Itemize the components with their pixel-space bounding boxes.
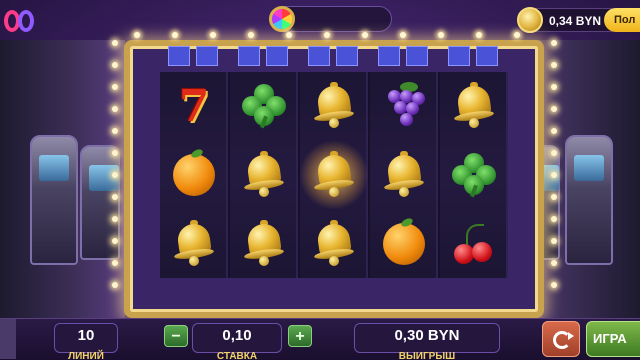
slot-machine-decor: [30, 135, 78, 265]
reel-5: [440, 72, 508, 278]
payline-marker: [308, 46, 330, 66]
bell-icon: [312, 82, 356, 130]
payline-marker: [406, 46, 428, 66]
bell-icon: [242, 151, 286, 199]
casino-background-left: [0, 40, 125, 320]
payline-marker: [448, 46, 470, 66]
lines-value: 10: [77, 327, 95, 344]
bet-value: 0,10: [222, 327, 252, 344]
bell-icon: [382, 151, 426, 199]
bell-icon: [172, 220, 216, 268]
payline-marker: [476, 46, 498, 66]
bell-symbol: [370, 141, 438, 209]
reel-3: [300, 72, 368, 278]
seven-symbol: 7: [160, 72, 228, 140]
cherries-symbol: [440, 210, 508, 278]
orange-icon: [383, 223, 425, 265]
bell-icon: [312, 220, 356, 268]
clover-symbol: [440, 141, 508, 209]
grapes-symbol: [370, 72, 438, 140]
jackpot-bar: [269, 6, 392, 32]
play-button[interactable]: ИГРА: [586, 321, 640, 357]
payline-marker: [266, 46, 288, 66]
reel-4: [370, 72, 438, 278]
win-panel: 0,30 BYN ВЫИГРЫШ: [354, 323, 500, 360]
slot-machine-decor: [565, 135, 613, 265]
bell-symbol: [300, 141, 368, 209]
grapes-icon: [384, 82, 425, 128]
clover-symbol: [230, 72, 298, 140]
seven-icon: 7: [178, 80, 210, 132]
win-label: ВЫИГРЫШ: [398, 351, 456, 360]
fortune-wheel-icon[interactable]: [269, 6, 295, 32]
orange-symbol: [370, 210, 438, 278]
control-bar-edge: [0, 319, 16, 359]
frame-top-lights: [124, 32, 544, 40]
bet-decrease-button[interactable]: −: [164, 325, 188, 347]
bell-icon: [242, 220, 286, 268]
payline-marker: [168, 46, 190, 66]
payline-marker: [378, 46, 400, 66]
bell-icon: [452, 82, 496, 130]
autoplay-button[interactable]: [542, 321, 580, 357]
bell-symbol: [440, 72, 508, 140]
bell-symbol: [230, 141, 298, 209]
bell-symbol: [300, 210, 368, 278]
payline-marker: [238, 46, 260, 66]
payline-marker: [196, 46, 218, 66]
payline-marker: [336, 46, 358, 66]
marquee-lights-left: [112, 40, 120, 320]
cherries-icon: [452, 222, 496, 266]
control-bar: 10 ЛИНИЙ − 0,10 СТАВКА + 0,30 BYN ВЫИГРЫ…: [0, 318, 640, 360]
lines-label: ЛИНИЙ: [68, 351, 104, 360]
reel-2: [230, 72, 298, 278]
coin-icon: [517, 7, 543, 33]
orange-symbol: [160, 141, 228, 209]
deposit-button[interactable]: Пол: [604, 8, 640, 32]
bell-icon: [312, 151, 356, 199]
bell-symbol: [160, 210, 228, 278]
clover-icon: [242, 84, 286, 129]
win-value: 0,30 BYN: [394, 327, 460, 344]
reels-grid: 7: [160, 72, 508, 278]
marquee-lights-right: [551, 40, 559, 320]
lines-panel[interactable]: 10 ЛИНИЙ: [54, 323, 118, 360]
bet-label: СТАВКА: [216, 351, 258, 360]
payline-markers: [168, 46, 508, 66]
bell-symbol: [300, 72, 368, 140]
refresh-icon: [553, 331, 574, 349]
bet-increase-button[interactable]: +: [288, 325, 312, 347]
reel-1: 7: [160, 72, 228, 278]
bet-panel: 0,10 СТАВКА: [192, 323, 282, 360]
bell-symbol: [230, 210, 298, 278]
orange-icon: [173, 154, 215, 196]
brand-logo[interactable]: [4, 6, 38, 36]
balance-amount: 0,34 BYN: [549, 14, 602, 28]
clover-icon: [452, 153, 496, 198]
